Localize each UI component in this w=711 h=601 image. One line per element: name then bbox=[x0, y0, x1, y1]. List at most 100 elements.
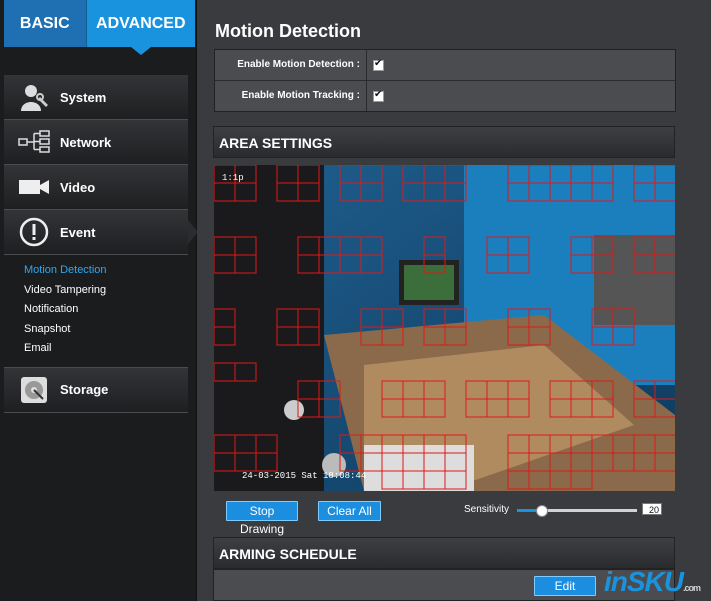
motion-grid-cell[interactable] bbox=[654, 254, 675, 274]
motion-grid-cell[interactable] bbox=[214, 254, 236, 274]
motion-grid-cell[interactable] bbox=[633, 434, 656, 454]
motion-grid-cell[interactable] bbox=[654, 452, 675, 472]
motion-grid-cell[interactable] bbox=[339, 165, 362, 184]
motion-grid-cell[interactable] bbox=[402, 182, 425, 202]
motion-grid-cell[interactable] bbox=[507, 165, 530, 184]
camera-preview[interactable]: 1:1p 24-03-2015 Sat 18:08:44 bbox=[214, 165, 675, 491]
motion-grid-cell[interactable] bbox=[591, 254, 614, 274]
motion-grid-cell[interactable] bbox=[234, 452, 257, 472]
motion-grid-cell[interactable] bbox=[591, 165, 614, 184]
motion-grid-cell[interactable] bbox=[423, 434, 446, 454]
motion-grid-cell[interactable] bbox=[444, 434, 467, 454]
motion-grid-cell[interactable] bbox=[591, 434, 614, 454]
motion-grid-cell[interactable] bbox=[297, 165, 320, 184]
motion-grid-cell[interactable] bbox=[276, 308, 299, 328]
slider-knob[interactable] bbox=[536, 505, 548, 517]
motion-grid-cell[interactable] bbox=[591, 452, 614, 472]
motion-grid-cell[interactable] bbox=[654, 398, 675, 418]
motion-grid-cell[interactable] bbox=[255, 452, 278, 472]
motion-grid-cell[interactable] bbox=[214, 362, 236, 382]
motion-grid-cell[interactable] bbox=[570, 470, 593, 490]
motion-grid-cell[interactable] bbox=[318, 398, 341, 418]
motion-grid-cell[interactable] bbox=[570, 236, 593, 256]
motion-grid-cell[interactable] bbox=[528, 452, 551, 472]
submenu-item-notification[interactable]: Notification bbox=[24, 300, 188, 320]
clear-all-button[interactable]: Clear All bbox=[318, 501, 381, 521]
motion-grid-cell[interactable] bbox=[234, 254, 257, 274]
tab-advanced[interactable]: ADVANCED bbox=[85, 0, 195, 55]
motion-grid-cell[interactable] bbox=[507, 182, 530, 202]
motion-grid-cell[interactable] bbox=[402, 398, 425, 418]
sidebar-item-system[interactable]: System bbox=[4, 75, 188, 120]
submenu-item-email[interactable]: Email bbox=[24, 339, 188, 359]
motion-grid-cell[interactable] bbox=[633, 254, 656, 274]
motion-grid-cell[interactable] bbox=[234, 236, 257, 256]
motion-grid-cell[interactable] bbox=[297, 308, 320, 328]
motion-grid-cell[interactable] bbox=[423, 326, 446, 346]
motion-grid-cell[interactable] bbox=[444, 182, 467, 202]
motion-grid-cell[interactable] bbox=[633, 452, 656, 472]
motion-grid-cell[interactable] bbox=[297, 182, 320, 202]
motion-grid-cell[interactable] bbox=[549, 182, 572, 202]
motion-grid-cell[interactable] bbox=[360, 165, 383, 184]
motion-grid-cell[interactable] bbox=[528, 308, 551, 328]
motion-grid-cell[interactable] bbox=[591, 398, 614, 418]
motion-grid-cell[interactable] bbox=[486, 398, 509, 418]
motion-grid-cell[interactable] bbox=[633, 236, 656, 256]
motion-grid-cell[interactable] bbox=[507, 380, 530, 400]
motion-grid-cell[interactable] bbox=[591, 308, 614, 328]
motion-grid-cell[interactable] bbox=[444, 165, 467, 184]
motion-grid-cell[interactable] bbox=[612, 308, 635, 328]
motion-grid-cell[interactable] bbox=[570, 398, 593, 418]
motion-grid-cell[interactable] bbox=[654, 236, 675, 256]
stop-drawing-button[interactable]: Stop Drawing bbox=[226, 501, 298, 536]
motion-grid-cell[interactable] bbox=[297, 254, 320, 274]
motion-grid-cell[interactable] bbox=[633, 182, 656, 202]
motion-grid-cell[interactable] bbox=[297, 236, 320, 256]
motion-grid-cell[interactable] bbox=[339, 434, 362, 454]
motion-grid-cell[interactable] bbox=[381, 452, 404, 472]
motion-grid-cell[interactable] bbox=[528, 434, 551, 454]
motion-grid-cell[interactable] bbox=[507, 326, 530, 346]
submenu-item-video-tampering[interactable]: Video Tampering bbox=[24, 281, 188, 301]
motion-grid-cell[interactable] bbox=[444, 470, 467, 490]
sidebar-item-video[interactable]: Video bbox=[4, 165, 188, 210]
motion-grid-cell[interactable] bbox=[297, 398, 320, 418]
motion-grid-cell[interactable] bbox=[402, 470, 425, 490]
motion-grid-cell[interactable] bbox=[297, 380, 320, 400]
submenu-item-snapshot[interactable]: Snapshot bbox=[24, 320, 188, 340]
motion-grid-cell[interactable] bbox=[549, 398, 572, 418]
edit-button[interactable]: Edit bbox=[534, 576, 596, 596]
motion-grid-cell[interactable] bbox=[444, 452, 467, 472]
motion-grid-cell[interactable] bbox=[549, 470, 572, 490]
motion-grid-cell[interactable] bbox=[214, 308, 236, 328]
tab-basic[interactable]: BASIC bbox=[4, 0, 86, 47]
motion-grid-cell[interactable] bbox=[633, 398, 656, 418]
motion-grid-cell[interactable] bbox=[276, 326, 299, 346]
motion-grid-cell[interactable] bbox=[360, 326, 383, 346]
motion-grid-cell[interactable] bbox=[486, 254, 509, 274]
sidebar-item-event[interactable]: Event bbox=[4, 210, 198, 255]
motion-grid-cell[interactable] bbox=[654, 165, 675, 184]
motion-grid-cell[interactable] bbox=[318, 380, 341, 400]
motion-grid-cell[interactable] bbox=[591, 326, 614, 346]
motion-grid-cell[interactable] bbox=[381, 398, 404, 418]
motion-grid-cell[interactable] bbox=[381, 380, 404, 400]
motion-grid-cell[interactable] bbox=[654, 380, 675, 400]
motion-grid-cell[interactable] bbox=[507, 236, 530, 256]
motion-grid-cell[interactable] bbox=[549, 452, 572, 472]
enable-motion-detection-checkbox[interactable] bbox=[373, 58, 384, 71]
motion-grid-cell[interactable] bbox=[570, 182, 593, 202]
motion-grid-cell[interactable] bbox=[549, 380, 572, 400]
motion-grid-cell[interactable] bbox=[381, 470, 404, 490]
motion-grid-cell[interactable] bbox=[381, 308, 404, 328]
motion-area-grid[interactable] bbox=[214, 165, 675, 491]
motion-grid-cell[interactable] bbox=[423, 165, 446, 184]
motion-grid-cell[interactable] bbox=[402, 380, 425, 400]
motion-grid-cell[interactable] bbox=[276, 165, 299, 184]
motion-grid-cell[interactable] bbox=[528, 326, 551, 346]
motion-grid-cell[interactable] bbox=[360, 434, 383, 454]
motion-grid-cell[interactable] bbox=[486, 236, 509, 256]
sidebar-item-network[interactable]: Network bbox=[4, 120, 188, 165]
motion-grid-cell[interactable] bbox=[381, 434, 404, 454]
